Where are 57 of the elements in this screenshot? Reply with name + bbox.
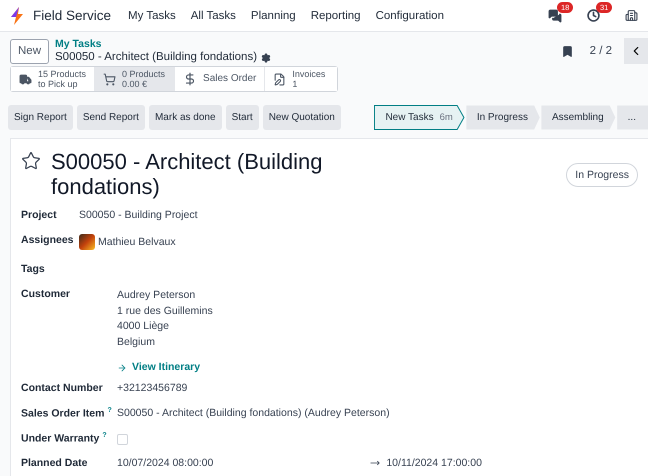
end-date[interactable]: 10/11/2024 17:00:00: [386, 457, 482, 469]
address-line: 4000 Liège: [117, 319, 170, 334]
field-value: +32123456789: [117, 382, 188, 394]
address-line: Audrey Peterson: [117, 288, 196, 303]
avatar-image: [79, 234, 95, 250]
truck-icon: [19, 72, 32, 86]
building-icon[interactable]: [625, 9, 638, 22]
field-value: Mathieu Belvaux: [98, 236, 176, 248]
field-value: S00050 - Architect (Building fondations) (Audrey Peterson): [117, 407, 391, 419]
state-badge: In Progress: [566, 163, 638, 187]
action-button[interactable]: New Quotation: [262, 105, 341, 130]
bookmark-icon[interactable]: [560, 44, 574, 58]
field-label: Project: [21, 209, 58, 221]
stage-button[interactable]: In Progress: [466, 105, 540, 130]
start-date[interactable]: 10/07/2024 08:00:00: [117, 457, 214, 469]
itinerary-link[interactable]: View Itinerary: [117, 360, 200, 376]
clock-icon[interactable]: [587, 9, 600, 22]
menu-item[interactable]: Planning: [250, 10, 296, 22]
menu-item[interactable]: Reporting: [310, 10, 361, 22]
field-value: S00050 - Building Project: [79, 209, 198, 221]
breadcrumb-link[interactable]: My Tasks: [55, 38, 272, 51]
smart-button[interactable]: 0 Products 0.00 €: [95, 67, 176, 91]
cart-icon: [103, 72, 116, 86]
menu-item[interactable]: All Tasks: [190, 10, 236, 22]
action-button[interactable]: Mark as done: [148, 105, 222, 130]
field-label: Tags: [21, 263, 46, 275]
action-button[interactable]: Send Report: [76, 105, 145, 130]
address-line: 1 rue des Guillemins: [117, 304, 214, 318]
star-icon[interactable]: [21, 151, 41, 171]
action-button[interactable]: Start: [226, 105, 259, 130]
menu-item[interactable]: Configuration: [376, 10, 444, 22]
action-button[interactable]: Sign Report: [8, 105, 73, 130]
smart-button[interactable]: 15 Products to Pick up: [11, 67, 96, 91]
field-label: Under Warranty $^{?}$: [21, 432, 108, 444]
field-label: Contact Number: [21, 382, 104, 394]
chat-icon[interactable]: [548, 8, 562, 22]
app-name[interactable]: Field Service: [33, 8, 112, 23]
invoice-icon: [273, 72, 286, 86]
arrow-icon: [117, 362, 127, 373]
stage-button[interactable]: Assembling: [540, 105, 616, 130]
field-label: Sales Order Item $^{?}$: [21, 407, 113, 420]
new-button[interactable]: New: [10, 38, 50, 64]
menu-item[interactable]: My Tasks: [128, 10, 176, 22]
task-title: S00050 - Architect (Building fondations): [51, 149, 324, 199]
stage-button[interactable]: ...: [616, 105, 648, 130]
arrow-icon: [370, 458, 380, 468]
field-label: Assignees: [21, 234, 75, 246]
checkbox[interactable]: [117, 434, 128, 445]
field-label: Planned Date: [21, 457, 89, 469]
app-logo[interactable]: [10, 6, 24, 24]
address-line: Belgium: [117, 334, 156, 350]
record-title: S00050 - Architect (Building fondations): [55, 51, 258, 64]
stage-button[interactable]: New Tasks 6m: [374, 105, 465, 130]
settings-icon[interactable]: [261, 52, 272, 62]
pager-value: 2 / 2: [590, 45, 612, 57]
previous-button[interactable]: [624, 38, 648, 64]
field-label: Customer: [21, 288, 72, 300]
